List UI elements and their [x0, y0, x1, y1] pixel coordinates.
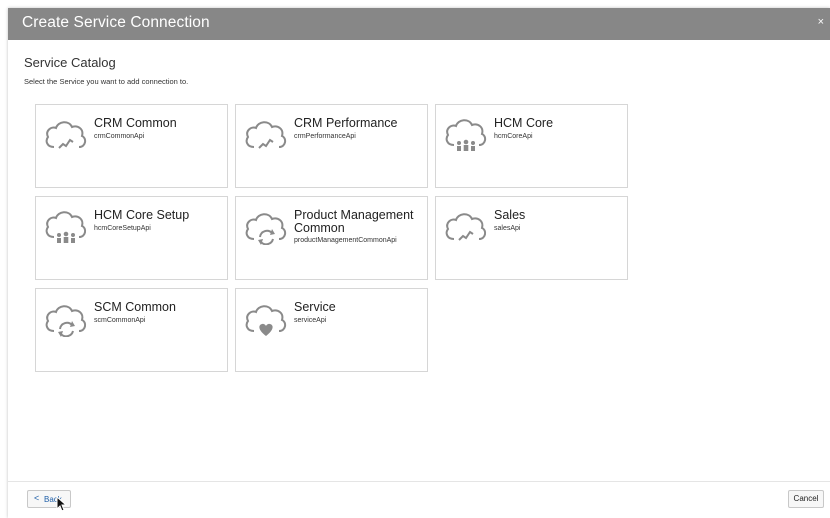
service-card-crm-common[interactable]: CRM Common crmCommonApi: [35, 104, 228, 188]
service-card-crm-performance[interactable]: CRM Performance crmPerformanceApi: [235, 104, 428, 188]
create-service-connection-dialog: Create Service Connection × Service Cata…: [8, 8, 830, 518]
dialog-title: Create Service Connection: [22, 14, 210, 31]
cloud-chart-icon: [45, 121, 87, 149]
footer-divider: [8, 481, 830, 482]
service-name: Sales: [494, 208, 526, 222]
service-name: Service: [294, 300, 336, 314]
service-name: CRM Common: [94, 116, 177, 130]
service-card-hcm-core-setup[interactable]: HCM Core Setup hcmCoreSetupApi: [35, 196, 228, 280]
service-name: HCM Core: [494, 116, 554, 130]
service-api: scmCommonApi: [94, 317, 146, 324]
chevron-left-icon: <: [34, 493, 40, 503]
service-api: hcmCoreApi: [494, 133, 533, 140]
cloud-chart-icon: [445, 213, 487, 241]
service-api: serviceApi: [294, 317, 327, 324]
cloud-sync-icon: [45, 305, 87, 337]
service-grid: CRM Common crmCommonApi CRM Performance …: [35, 104, 635, 376]
service-card-product-management-common[interactable]: Product Management Common productManagem…: [235, 196, 428, 280]
cloud-chart-icon: [245, 121, 287, 149]
close-icon[interactable]: ×: [818, 16, 824, 28]
service-api: crmPerformanceApi: [294, 133, 356, 140]
cancel-button[interactable]: Cancel: [788, 490, 824, 508]
mouse-cursor-icon: [56, 496, 68, 512]
service-name: SCM Common: [94, 300, 176, 314]
service-card-service[interactable]: Service serviceApi: [235, 288, 428, 372]
service-api: salesApi: [494, 225, 521, 232]
service-card-sales[interactable]: Sales salesApi: [435, 196, 628, 280]
catalog-title: Service Catalog: [24, 55, 116, 70]
service-api: productManagementCommonApi: [294, 237, 397, 244]
service-name: HCM Core Setup: [94, 208, 190, 222]
dialog-titlebar: Create Service Connection ×: [8, 8, 830, 40]
cloud-heart-icon: [245, 305, 287, 336]
service-name: CRM Performance: [294, 116, 398, 130]
catalog-subtitle: Select the Service you want to add conne…: [24, 77, 189, 86]
service-card-hcm-core[interactable]: HCM Core hcmCoreApi: [435, 104, 628, 188]
service-api: crmCommonApi: [94, 133, 145, 140]
cloud-sync-icon: [245, 213, 287, 245]
cloud-people-icon: [445, 119, 487, 151]
service-name: Product Management Common: [294, 208, 414, 235]
service-api: hcmCoreSetupApi: [94, 225, 151, 232]
cloud-people-icon: [45, 211, 87, 243]
service-card-scm-common[interactable]: SCM Common scmCommonApi: [35, 288, 228, 372]
